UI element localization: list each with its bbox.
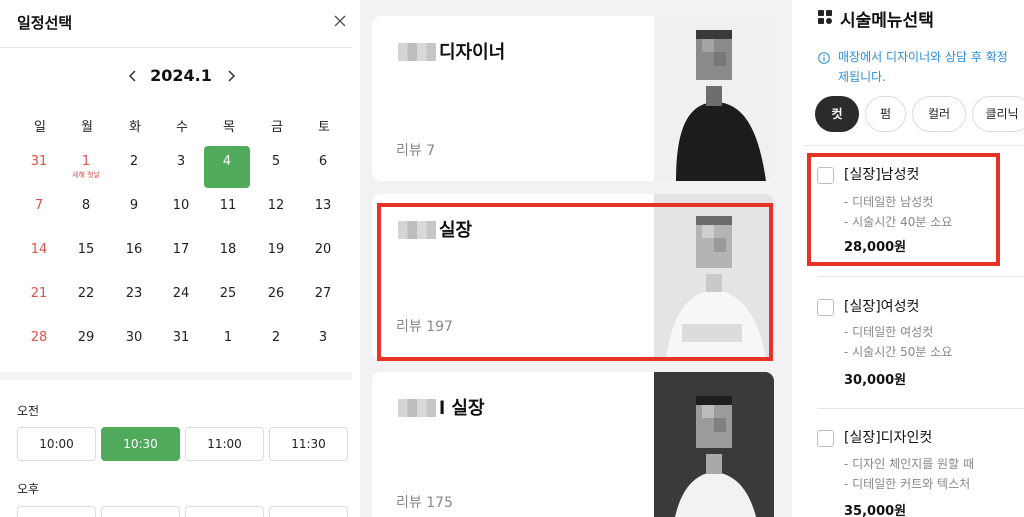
pm-time-slot[interactable] [185, 506, 264, 517]
calendar-day[interactable]: 9 [110, 190, 158, 232]
service-name: [실장]디자인컷 [844, 430, 933, 446]
calendar-day[interactable]: 3 [157, 146, 205, 188]
service-title: 시술메뉴선택 [840, 11, 934, 31]
service-desc: - 디테일한 여성컷 [844, 325, 934, 339]
category-tab[interactable]: 컬러 [912, 96, 966, 132]
calendar-day[interactable]: 18 [204, 234, 252, 276]
service-checkbox[interactable] [817, 299, 834, 316]
calendar-day[interactable]: 22 [62, 278, 110, 320]
category-tab[interactable]: 클리닉 [972, 96, 1024, 132]
month-label: 2024.1 [150, 66, 212, 85]
selection-highlight [807, 153, 1000, 266]
calendar-day[interactable]: 21 [15, 278, 63, 320]
calendar-day[interactable]: 31 [157, 322, 205, 364]
divider [0, 47, 352, 48]
service-checkbox[interactable] [817, 430, 834, 447]
pm-time-slot[interactable] [101, 506, 180, 517]
close-icon[interactable] [332, 13, 348, 29]
blurred-name [398, 43, 436, 61]
calendar-day[interactable]: 5 [252, 146, 300, 188]
designer-name: l 실장 [398, 394, 485, 420]
selection-highlight [377, 203, 773, 361]
designer-photo [654, 372, 774, 517]
calendar-day[interactable]: 10 [157, 190, 205, 232]
designer-reviews: 리뷰 7 [396, 143, 436, 159]
calendar-day[interactable]: 28 [15, 322, 63, 364]
calendar-day[interactable]: 16 [110, 234, 158, 276]
menu-grid-icon [818, 10, 832, 24]
service-desc: - 시술시간 50분 소요 [844, 345, 953, 359]
calendar-day[interactable]: 14 [15, 234, 63, 276]
designer-reviews: 리뷰 175 [396, 495, 453, 511]
calendar-day[interactable]: 24 [157, 278, 205, 320]
designer-card[interactable]: l 실장 리뷰 175 [372, 372, 774, 517]
calendar-day[interactable]: 2 [252, 322, 300, 364]
schedule-panel: 일정선택 2024.1 일월화수목금토 31 1 새해 첫날 2 3 4 5 6 7 8 9 10 11… [0, 0, 352, 517]
time-slot-button[interactable]: 11:00 [185, 427, 264, 461]
calendar-day[interactable]: 4 [204, 146, 250, 188]
calendar-day[interactable]: 1 새해 첫날 [62, 146, 110, 188]
section-divider [0, 372, 352, 380]
category-tab[interactable]: 펌 [865, 96, 906, 132]
calendar-day[interactable]: 23 [110, 278, 158, 320]
weekday-label: 화 [129, 120, 141, 135]
pm-time-slot[interactable] [269, 506, 348, 517]
service-desc: - 디자인 체인지를 원할 때 [844, 457, 974, 471]
am-label: 오전 [17, 404, 40, 418]
info-icon [818, 52, 830, 64]
notice-text: 매장에서 디자이너와 상담 후 확정 제됩니다. [838, 50, 1008, 84]
designer-card[interactable]: 디자이너 리뷰 7 [372, 16, 774, 181]
calendar-day[interactable]: 25 [204, 278, 252, 320]
service-name: [실장]여성컷 [844, 299, 920, 315]
calendar-day[interactable]: 20 [299, 234, 347, 276]
service-price: 30,000원 [844, 373, 907, 388]
chevron-left-icon[interactable] [126, 66, 140, 86]
calendar-day[interactable]: 13 [299, 190, 347, 232]
designer-name: 디자이너 [398, 38, 505, 64]
calendar-day[interactable]: 7 [15, 190, 63, 232]
calendar-day[interactable]: 11 [204, 190, 252, 232]
schedule-title: 일정선택 [17, 14, 73, 32]
calendar-day[interactable]: 19 [252, 234, 300, 276]
calendar-day[interactable]: 15 [62, 234, 110, 276]
weekday-label: 금 [271, 120, 283, 135]
calendar-day[interactable]: 26 [252, 278, 300, 320]
category-tab[interactable]: 컷 [815, 96, 859, 132]
chevron-right-icon[interactable] [224, 66, 238, 86]
calendar-day[interactable]: 2 [110, 146, 158, 188]
pm-label: 오후 [17, 482, 40, 496]
calendar-day[interactable]: 3 [299, 322, 347, 364]
calendar-day[interactable]: 29 [62, 322, 110, 364]
divider [818, 408, 1024, 409]
calendar-day[interactable]: 1 [204, 322, 252, 364]
calendar-day[interactable]: 6 [299, 146, 347, 188]
designer-photo [654, 16, 774, 181]
time-slot-button[interactable]: 11:30 [269, 427, 348, 461]
weekday-label: 토 [318, 120, 330, 135]
divider [818, 276, 1024, 277]
pm-time-slot[interactable] [17, 506, 96, 517]
calendar-day[interactable]: 17 [157, 234, 205, 276]
calendar-day[interactable]: 12 [252, 190, 300, 232]
calendar-day[interactable]: 27 [299, 278, 347, 320]
weekday-label: 월 [81, 120, 93, 135]
calendar-day[interactable]: 31 [15, 146, 63, 188]
weekday-label: 일 [34, 120, 46, 135]
calendar-day[interactable]: 8 [62, 190, 110, 232]
calendar-day[interactable]: 30 [110, 322, 158, 364]
weekday-label: 목 [223, 120, 235, 135]
blurred-name [398, 399, 436, 417]
time-slot-button[interactable]: 10:00 [17, 427, 96, 461]
holiday-label: 새해 첫날 [72, 171, 100, 179]
time-slot-button[interactable]: 10:30 [101, 427, 180, 461]
service-price: 35,000원 [844, 504, 907, 517]
weekday-label: 수 [176, 120, 188, 135]
divider [804, 145, 1024, 146]
service-desc: - 디테일한 커트와 텍스처 [844, 477, 971, 491]
